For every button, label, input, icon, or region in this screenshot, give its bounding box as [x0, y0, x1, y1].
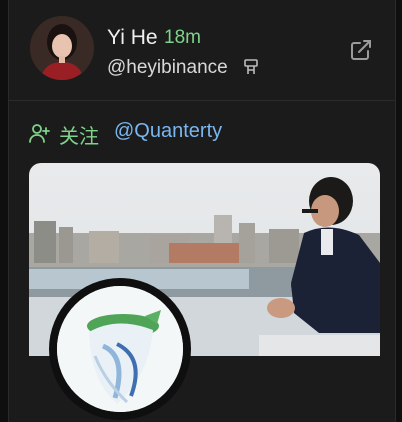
mentioned-user-link[interactable]: @Quanterty [114, 120, 222, 143]
external-link-icon[interactable] [349, 38, 373, 62]
post-card: Yi He 18m @heyibinance 关注 @Quanterty [8, 0, 396, 422]
author-name[interactable]: Yi He [107, 26, 158, 50]
follow-action-label[interactable]: 关注 [59, 120, 99, 149]
author-handle[interactable]: @heyibinance [107, 57, 228, 79]
post-time: 18m [164, 27, 201, 48]
bird-logo-icon [57, 286, 183, 412]
header-divider [9, 100, 395, 101]
moai-icon [242, 58, 260, 76]
add-user-icon [29, 122, 51, 144]
user-avatar-overlay[interactable] [49, 278, 191, 420]
author-avatar[interactable] [30, 16, 94, 80]
follow-action-row: 关注 @Quanterty [9, 120, 395, 148]
post-header: Yi He 18m @heyibinance [9, 0, 395, 100]
